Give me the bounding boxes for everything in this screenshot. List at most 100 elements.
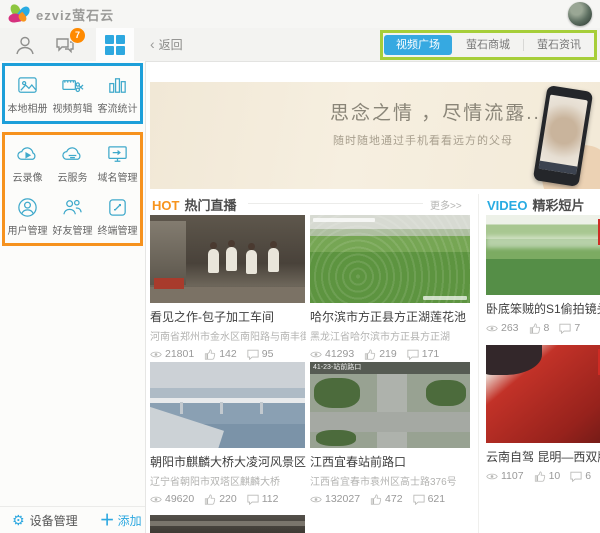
- live-card[interactable]: 41-23-站前路口 江西宜春站前路口 江西省宜春市袁州区高士路376号 132…: [310, 362, 471, 505]
- sidebar-item-local-album[interactable]: 本地相册: [5, 74, 50, 115]
- user-circle-icon: [16, 196, 39, 219]
- live-thumbnail[interactable]: [150, 215, 305, 303]
- comments-icon: [559, 323, 571, 334]
- apps-grid-icon: [105, 34, 125, 55]
- film-scissors-icon: [61, 74, 84, 97]
- apps-grid-tab[interactable]: [96, 28, 134, 61]
- live-thumbnail[interactable]: [310, 215, 470, 303]
- annotation-highlight-media-group: 本地相册 视频剪辑 客流统计: [2, 63, 143, 124]
- plus-icon: ＋: [99, 511, 115, 529]
- gear-icon: ⚙: [12, 512, 25, 528]
- user-avatar[interactable]: [568, 2, 592, 26]
- comments-icon: [570, 471, 582, 482]
- friends-icon: [61, 196, 84, 219]
- divider: [248, 203, 423, 204]
- likes-icon: [529, 323, 540, 334]
- bar-chart-icon: [106, 74, 129, 97]
- sidebar: 本地相册 视频剪辑 客流统计 云录像 云服务 域名管理 用户管理 好友管理 终端…: [0, 61, 146, 533]
- banner-title: 思念之情 ，尽情流露...: [330, 103, 549, 124]
- back-button[interactable]: ‹ 返回: [150, 36, 183, 53]
- comments-count: 112: [261, 493, 279, 505]
- views-count: 132027: [325, 493, 361, 505]
- comments-icon: [413, 494, 425, 505]
- camera-osd-text: 41-23-站前路口: [310, 362, 470, 374]
- device-management-label: 设备管理: [29, 513, 78, 528]
- tab-ezviz-news[interactable]: 萤石资讯: [525, 35, 593, 55]
- ezviz-logo: ezviz萤石云: [7, 2, 114, 24]
- likes-icon: [205, 494, 216, 505]
- section-title-video: 精彩短片: [532, 198, 585, 213]
- more-link[interactable]: 更多>>: [430, 197, 462, 212]
- column-divider: [478, 194, 479, 533]
- sidebar-item-friend-management[interactable]: 好友管理: [50, 196, 95, 237]
- comments-count: 6: [585, 470, 592, 482]
- views-count: 49620: [165, 493, 195, 505]
- sidebar-item-user-management[interactable]: 用户管理: [5, 196, 50, 237]
- card-location: 河南省郑州市金水区南阳路与南丰街...: [150, 332, 306, 343]
- views-icon: [310, 351, 322, 357]
- sidebar-item-label: 本地相册: [7, 104, 48, 115]
- section-tag-hot: HOT: [152, 198, 180, 213]
- message-badge: 7: [70, 28, 85, 43]
- likes-icon: [365, 349, 376, 360]
- toolbar: 7 ‹ 返回 视频广场 萤石商城 萤石资讯: [0, 28, 600, 62]
- hot-section-header: HOT 热门直播: [152, 195, 236, 214]
- card-title[interactable]: 哈尔滨市方正县方正湖莲花池: [310, 308, 471, 325]
- add-device-button[interactable]: ＋ 添加: [100, 512, 142, 529]
- views-count: 1107: [501, 470, 524, 482]
- live-thumbnail[interactable]: [150, 362, 305, 448]
- app-window: ezviz萤石云 7 ‹ 返回 视频广场 萤石商城 萤石资讯 本地相册 视频剪辑…: [0, 0, 600, 533]
- tab-video-plaza[interactable]: 视频广场: [384, 35, 452, 55]
- sidebar-item-visitor-stats[interactable]: 客流统计: [95, 74, 140, 115]
- annotation-highlight-manage-group: 云录像 云服务 域名管理 用户管理 好友管理 终端管理: [2, 132, 143, 246]
- card-title[interactable]: 江西宜春站前路口: [310, 453, 471, 470]
- live-card[interactable]: 看见之作-包子加工车间 河南省郑州市金水区南阳路与南丰街... 21801 14…: [150, 215, 306, 360]
- comments-count: 95: [261, 348, 274, 360]
- video-thumbnail[interactable]: [486, 215, 600, 295]
- video-card[interactable]: 云南自驾 昆明—西双版纳 自驾 1107 10 6: [486, 345, 600, 482]
- card-stats: 263 8 7: [486, 322, 600, 334]
- video-card[interactable]: 卧底笨贼的S1偷拍镜头发现 263 8 7: [486, 215, 600, 334]
- video-section-header: VIDEO 精彩短片: [487, 195, 584, 214]
- promo-banner[interactable]: 思念之情 ，尽情流露... 随时随地通过手机看看远方的父母: [150, 82, 600, 189]
- comments-count: 171: [421, 348, 440, 360]
- likes-count: 220: [219, 493, 237, 505]
- sidebar-footer: ⚙ 设备管理 ＋ 添加: [0, 506, 145, 533]
- sidebar-item-label: 终端管理: [97, 226, 138, 237]
- annotation-highlight-tabs: 视频广场 萤石商城 萤石资讯: [380, 30, 597, 60]
- live-thumbnail[interactable]: 41-23-站前路口: [310, 362, 470, 448]
- sidebar-item-terminal-management[interactable]: 终端管理: [95, 196, 140, 237]
- sidebar-item-video-clip[interactable]: 视频剪辑: [50, 74, 95, 115]
- banner-subtitle: 随时随地通过手机看看远方的父母: [333, 135, 513, 147]
- card-stats: 49620 220 112: [150, 493, 306, 505]
- likes-count: 219: [379, 348, 397, 360]
- sidebar-item-cloud-service[interactable]: 云服务: [50, 143, 95, 184]
- sidebar-item-label: 好友管理: [52, 226, 93, 237]
- device-management-button[interactable]: ⚙ 设备管理: [12, 512, 78, 529]
- sidebar-item-cloud-record[interactable]: 云录像: [5, 143, 50, 184]
- card-title[interactable]: 云南自驾 昆明—西双版纳 自驾: [486, 448, 600, 465]
- live-card[interactable]: 朝阳市麒麟大桥大凌河风景区 辽宁省朝阳市双塔区麒麟大桥 49620 220 11…: [150, 362, 306, 505]
- views-icon: [486, 325, 498, 331]
- live-card[interactable]: 哈尔滨市方正县方正湖莲花池 黑龙江省哈尔滨市方正县方正湖 41293 219 1…: [310, 215, 471, 360]
- video-thumbnail[interactable]: [486, 345, 600, 443]
- card-stats: 21801 142 95: [150, 348, 306, 360]
- likes-count: 10: [548, 470, 561, 482]
- user-profile-icon[interactable]: [14, 34, 36, 56]
- card-location: 黑龙江省哈尔滨市方正县方正湖: [310, 332, 450, 343]
- section-tag-video: VIDEO: [487, 198, 528, 213]
- sidebar-item-label: 客流统计: [97, 104, 138, 115]
- comments-icon: [407, 349, 419, 360]
- card-title[interactable]: 朝阳市麒麟大桥大凌河风景区: [150, 453, 306, 470]
- live-thumbnail[interactable]: [150, 515, 305, 533]
- tab-ezviz-mall[interactable]: 萤石商城: [454, 35, 522, 55]
- sidebar-item-domain-management[interactable]: 域名管理: [95, 143, 140, 184]
- chevron-left-icon: ‹: [150, 36, 155, 52]
- likes-count: 8: [543, 322, 550, 334]
- likes-icon: [370, 494, 382, 505]
- card-title[interactable]: 卧底笨贼的S1偷拍镜头发现: [486, 300, 600, 317]
- views-icon: [150, 351, 162, 357]
- likes-icon: [534, 471, 545, 482]
- card-stats: 1107 10 6: [486, 470, 600, 482]
- card-title[interactable]: 看见之作-包子加工车间: [150, 308, 306, 325]
